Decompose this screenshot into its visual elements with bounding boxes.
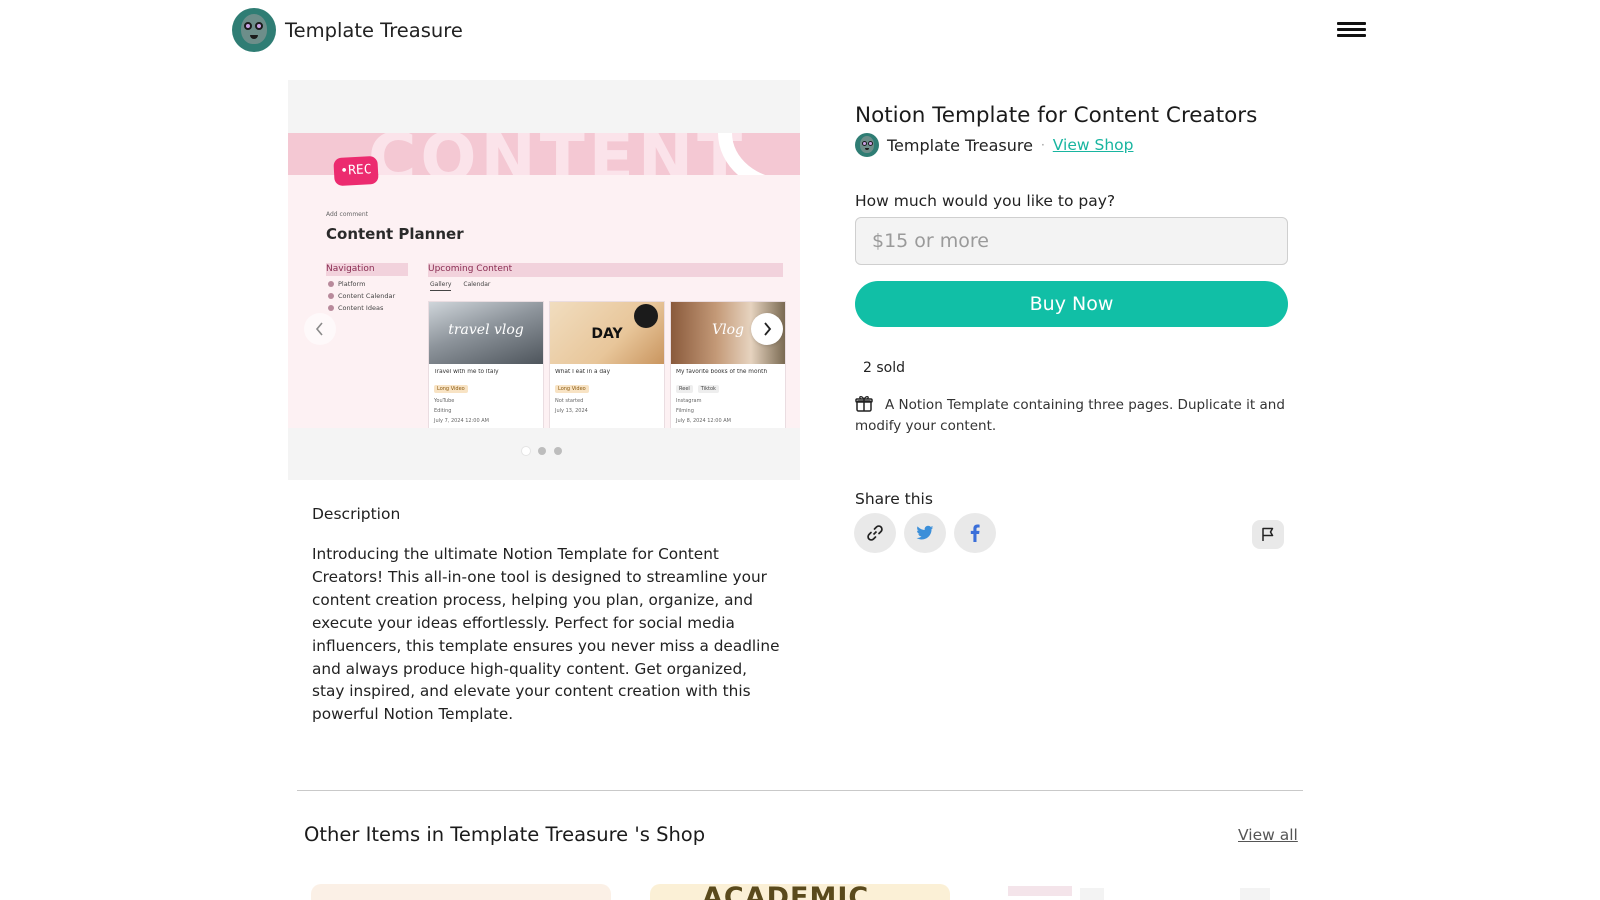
carousel-dot[interactable] <box>538 447 546 455</box>
view-all-link[interactable]: View all <box>1238 826 1298 844</box>
product-image-carousel: CONTENT •REC Add comment Content Planner… <box>288 80 800 480</box>
description-label: Description <box>312 505 401 523</box>
carousel-dot[interactable] <box>554 447 562 455</box>
brand-avatar <box>232 8 276 52</box>
pay-label: How much would you like to pay? <box>855 192 1116 210</box>
gift-box-icon <box>855 396 873 412</box>
other-item-card[interactable] <box>990 884 1290 900</box>
report-button[interactable] <box>1252 520 1284 549</box>
share-label: Share this <box>855 490 933 508</box>
rec-badge: •REC <box>333 155 379 187</box>
separator: · <box>1040 138 1045 152</box>
info-text: A Notion Template containing three pages… <box>855 397 1285 434</box>
seller-row: Template Treasure · View Shop <box>855 133 1133 157</box>
navigation-title: Navigation <box>326 263 408 276</box>
upcoming-title: Upcoming Content <box>428 264 513 274</box>
nav-item: Platform <box>328 280 408 288</box>
twitter-icon <box>916 525 934 540</box>
seller-name[interactable]: Template Treasure <box>887 136 1033 155</box>
buy-now-button[interactable]: Buy Now <box>855 281 1288 327</box>
brand-name: Template Treasure <box>285 18 463 42</box>
carousel-dot[interactable] <box>522 447 530 455</box>
share-link-button[interactable] <box>854 513 896 553</box>
upcoming-tabs: Gallery Calendar <box>430 281 490 291</box>
product-title: Notion Template for Content Creators <box>855 103 1258 128</box>
content-card: travel vlog Travel with me to Italy Long… <box>428 301 544 428</box>
seller-avatar[interactable] <box>855 133 879 157</box>
chevron-left-icon <box>315 322 323 336</box>
content-card: DAY What I eat in a day Long Video Not s… <box>549 301 665 428</box>
carousel-next-button[interactable] <box>751 313 783 345</box>
add-comment-text: Add comment <box>326 211 369 218</box>
other-items-title: Other Items in Template Treasure 's Shop <box>304 823 706 846</box>
other-item-card[interactable] <box>311 884 611 900</box>
price-input[interactable] <box>855 217 1288 265</box>
share-facebook-button[interactable] <box>954 513 996 553</box>
link-icon <box>867 525 883 541</box>
carousel-slide: CONTENT •REC Add comment Content Planner… <box>288 133 800 428</box>
carousel-prev-button[interactable] <box>304 313 336 345</box>
share-twitter-button[interactable] <box>904 513 946 553</box>
planner-title: Content Planner <box>326 225 464 243</box>
other-item-heading: ACADEMIC <box>702 884 870 900</box>
planner-navigation: Navigation Platform Content Calendar Con… <box>326 263 408 323</box>
nav-item: Content Ideas <box>328 304 408 312</box>
sold-count: 2 sold <box>863 360 905 376</box>
product-info: A Notion Template containing three pages… <box>855 395 1285 436</box>
facebook-icon <box>970 524 980 542</box>
flag-icon <box>1262 527 1274 541</box>
section-divider <box>297 790 1303 791</box>
description-text: Introducing the ultimate Notion Template… <box>312 545 780 724</box>
carousel-dots <box>522 447 562 455</box>
nav-item: Content Calendar <box>328 292 408 300</box>
other-item-card[interactable]: ACADEMIC <box>650 884 950 900</box>
chevron-right-icon <box>764 322 772 336</box>
site-header: Template Treasure <box>0 0 1600 60</box>
view-shop-link[interactable]: View Shop <box>1053 136 1134 154</box>
banner-text: CONTENT <box>368 133 747 175</box>
hamburger-menu-icon[interactable] <box>1337 18 1367 40</box>
brand-link[interactable]: Template Treasure <box>232 8 463 52</box>
